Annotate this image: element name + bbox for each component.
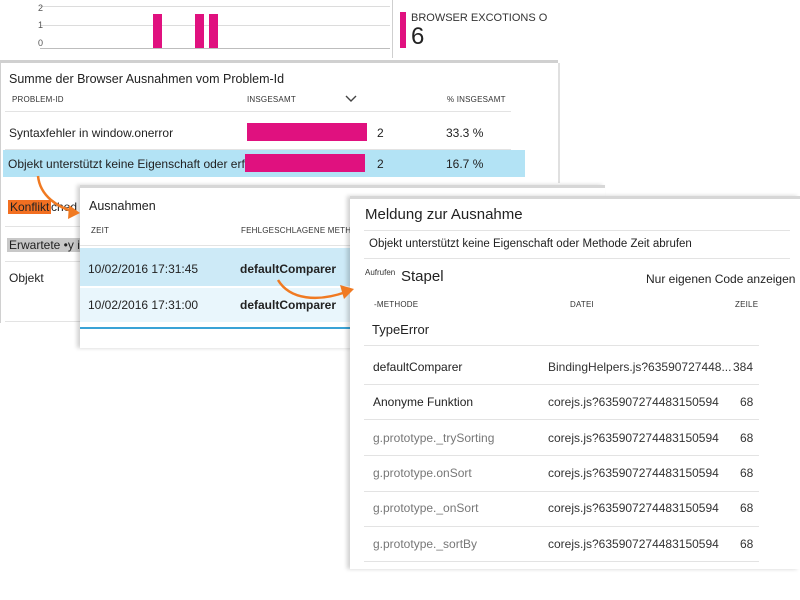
exception-message: Objekt unterstützt keine Eigenschaft ode… bbox=[369, 238, 692, 250]
partial-row-konflikt[interactable]: Konflikt bbox=[8, 200, 52, 214]
row-separator bbox=[364, 491, 759, 492]
exception-detail-panel: Meldung zur Ausnahme Objekt unterstützt … bbox=[350, 196, 800, 569]
exception-method: defaultComparer bbox=[240, 298, 337, 312]
row-separator bbox=[364, 455, 759, 456]
exception-type: TypeError bbox=[372, 322, 430, 337]
y-tick-1: 1 bbox=[38, 20, 44, 30]
stack-frame-row[interactable]: g.prototype.onSort corejs.js?63590727448… bbox=[364, 457, 759, 490]
exception-method: defaultComparer bbox=[240, 262, 337, 276]
row-separator bbox=[364, 345, 759, 346]
col-header-line[interactable]: ZEILE bbox=[735, 300, 758, 309]
exception-row[interactable]: 10/02/2016 17:31:00 defaultComparer bbox=[80, 288, 350, 322]
stack-frame-row[interactable]: defaultComparer BindingHelpers.js?635907… bbox=[364, 349, 759, 382]
problem-row-count: 2 bbox=[377, 157, 384, 171]
exception-row-selected[interactable]: 10/02/2016 17:31:45 defaultComparer bbox=[80, 248, 350, 286]
row-separator bbox=[5, 321, 85, 322]
col-header-file[interactable]: DATEI bbox=[570, 300, 594, 309]
tile-value: 6 bbox=[411, 23, 425, 50]
row-separator bbox=[5, 226, 85, 227]
stack-heading: Stapel bbox=[401, 268, 444, 285]
frame-file: corejs.js?635907274483150594 bbox=[548, 431, 719, 445]
problem-row-bar bbox=[245, 154, 365, 172]
chart-gridline-bottom bbox=[40, 48, 390, 49]
tile-accent-bar bbox=[400, 12, 406, 48]
row-separator bbox=[5, 261, 85, 262]
y-tick-0: 0 bbox=[38, 38, 44, 48]
frame-method: g.prototype._onSort bbox=[373, 501, 479, 515]
frame-line: 68 bbox=[740, 501, 754, 515]
problem-panel-right-border bbox=[558, 63, 560, 183]
frame-file: corejs.js?635907274483150594 bbox=[548, 501, 719, 515]
row-separator bbox=[364, 419, 759, 420]
chevron-down-icon[interactable] bbox=[345, 91, 357, 109]
frame-file: corejs.js?635907274483150594 bbox=[548, 466, 719, 480]
stack-frame-row[interactable]: Anonyme Funktion corejs.js?6359072744831… bbox=[364, 385, 759, 418]
frame-line: 68 bbox=[740, 537, 754, 551]
problem-panel-title: Summe der Browser Ausnahmen vom Problem-… bbox=[9, 72, 285, 86]
stack-frame-row[interactable]: g.prototype._sortBy corejs.js?6359072744… bbox=[364, 529, 759, 562]
chart-bar[interactable] bbox=[195, 14, 204, 48]
problem-row-selected[interactable]: Objekt unterstützt keine Eigenschaft ode… bbox=[3, 150, 525, 177]
frame-method: Anonyme Funktion bbox=[373, 395, 474, 409]
frame-method: g.prototype._sortBy bbox=[373, 537, 478, 551]
frame-method: g.prototype._trySorting bbox=[373, 431, 495, 445]
problem-row-label: Syntaxfehler in window.onerror bbox=[9, 126, 174, 140]
exceptions-title: Ausnahmen bbox=[89, 199, 156, 213]
header-separator bbox=[80, 245, 350, 246]
header-separator bbox=[5, 111, 511, 112]
frame-method: defaultComparer bbox=[373, 360, 463, 374]
col-header-problem-id[interactable]: PROBLEM-ID bbox=[12, 95, 64, 104]
title-separator bbox=[364, 230, 790, 231]
row-separator bbox=[364, 526, 759, 527]
frame-method: g.prototype.onSort bbox=[373, 466, 472, 480]
chart-divider bbox=[392, 0, 393, 58]
y-tick-2: 2 bbox=[38, 3, 44, 13]
metric-tile[interactable]: BROWSER EXCOTIONS O 6 bbox=[400, 10, 550, 50]
frame-line: 68 bbox=[740, 395, 754, 409]
detail-title: Meldung zur Ausnahme bbox=[365, 206, 523, 223]
own-code-toggle[interactable]: Nur eigenen Code anzeigen bbox=[646, 272, 795, 286]
col-header-time[interactable]: ZEIT bbox=[91, 226, 109, 235]
col-header-method[interactable]: -METHODE bbox=[374, 300, 418, 309]
frame-line: 68 bbox=[740, 431, 754, 445]
top-chart-panel: 2 1 0 bbox=[0, 0, 392, 56]
chart-gridline-top bbox=[40, 6, 390, 7]
row-separator bbox=[364, 561, 759, 562]
frame-file: corejs.js?635907274483150594 bbox=[548, 537, 719, 551]
problem-row-count: 2 bbox=[377, 126, 384, 140]
frame-file: corejs.js?635907274483150594 bbox=[548, 395, 719, 409]
frame-line: 384 bbox=[733, 360, 754, 374]
stack-frame-row[interactable]: g.prototype._trySorting corejs.js?635907… bbox=[364, 421, 759, 454]
problem-row[interactable]: Syntaxfehler in window.onerror 2 33.3 % bbox=[3, 113, 511, 149]
problem-row-percent: 16.7 % bbox=[446, 157, 484, 171]
partial-row-objekt[interactable]: Objekt bbox=[9, 271, 44, 285]
problem-row-percent: 33.3 % bbox=[446, 126, 484, 140]
chart-bar[interactable] bbox=[153, 14, 162, 48]
partial-row-konflikt-rest: ched bbox=[51, 200, 78, 214]
stack-frame-row[interactable]: g.prototype._onSort corejs.js?6359072744… bbox=[364, 493, 759, 526]
tile-title: BROWSER EXCOTIONS O bbox=[411, 12, 548, 24]
chart-bar[interactable] bbox=[209, 14, 218, 48]
frame-file: BindingHelpers.js?63590727448... bbox=[548, 360, 732, 374]
message-separator bbox=[364, 258, 790, 259]
problem-row-label: Objekt unterstützt keine Eigenschaft ode… bbox=[8, 157, 264, 171]
col-header-total[interactable]: INSGESAMT bbox=[247, 95, 296, 104]
col-header-percent-total[interactable]: % INSGESAMT bbox=[447, 95, 506, 104]
list-bottom-line bbox=[80, 327, 350, 329]
calls-link[interactable]: Aufrufen bbox=[365, 268, 395, 277]
problem-row-bar bbox=[247, 123, 367, 141]
exception-time: 10/02/2016 17:31:00 bbox=[88, 298, 199, 312]
frame-line: 68 bbox=[740, 466, 754, 480]
exception-time: 10/02/2016 17:31:45 bbox=[88, 262, 199, 276]
